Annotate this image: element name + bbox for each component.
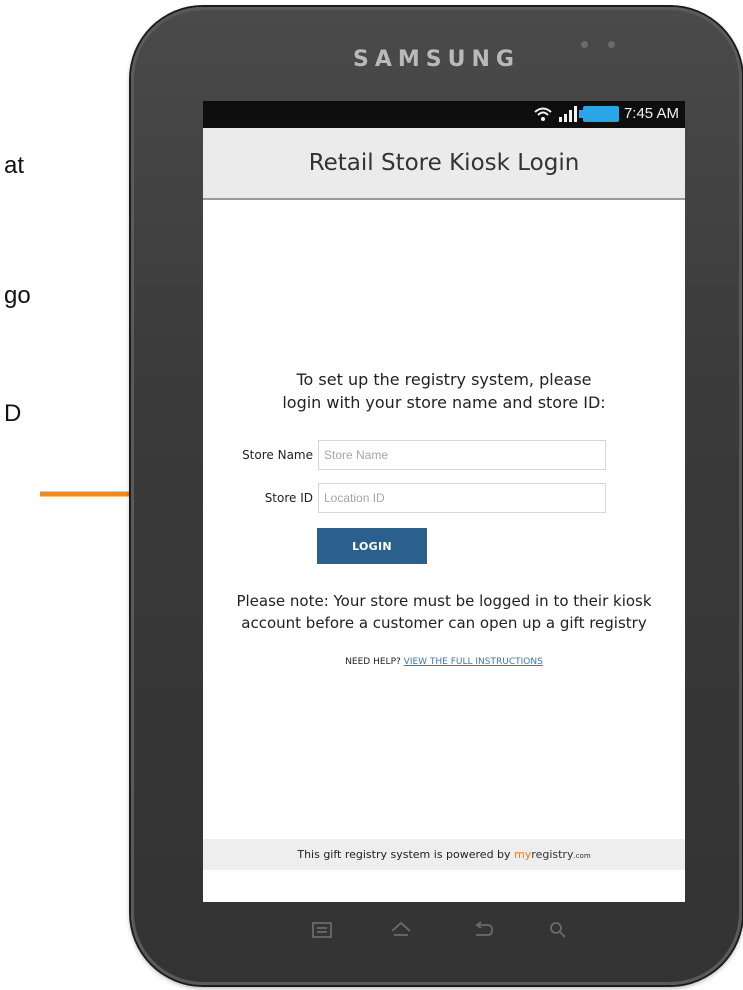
note-text: Please note: Your store must be logged i… (203, 590, 685, 634)
side-text-line-3: D (4, 400, 22, 427)
page-title: Retail Store Kiosk Login (203, 128, 685, 200)
login-content: To set up the registry system, please lo… (203, 200, 685, 870)
device-brand-label: SAMSUNG (353, 47, 520, 72)
store-id-row: Store ID (203, 483, 606, 513)
status-bar: 7:45 AM (203, 101, 685, 128)
back-icon[interactable] (468, 915, 498, 945)
help-prefix: NEED HELP? (345, 657, 401, 667)
footer-brand-registry: registry (531, 848, 574, 861)
footer-brand-com: .com (573, 852, 591, 860)
battery-icon (578, 105, 619, 122)
store-id-input[interactable] (318, 483, 606, 513)
store-name-input[interactable] (318, 440, 606, 470)
status-time: 7:45 AM (623, 105, 679, 122)
device-screen: 7:45 AM Retail Store Kiosk Login To set … (203, 101, 685, 902)
signal-icon (558, 105, 577, 122)
light-sensor (608, 41, 615, 48)
note-line-1: Please note: Your store must be logged i… (236, 592, 652, 610)
view-instructions-link[interactable]: VIEW THE FULL INSTRUCTIONS (404, 657, 543, 667)
help-text: NEED HELP? VIEW THE FULL INSTRUCTIONS (203, 657, 685, 667)
intro-line-1: To set up the registry system, please (296, 370, 592, 389)
store-name-label: Store Name (242, 448, 313, 462)
front-camera (581, 41, 588, 48)
menu-icon[interactable] (307, 915, 337, 945)
home-icon[interactable] (386, 915, 416, 945)
intro-line-2: login with your store name and store ID: (282, 393, 606, 412)
side-text-line-2: go (4, 282, 31, 309)
side-text-line-1: at (4, 152, 25, 179)
powered-by-footer: This gift registry system is powered by … (203, 839, 685, 870)
intro-text: To set up the registry system, please lo… (203, 368, 685, 414)
search-icon[interactable] (543, 915, 573, 945)
store-name-row: Store Name (203, 440, 606, 470)
footer-text: This gift registry system is powered by (297, 848, 511, 861)
status-icons: 7:45 AM (533, 105, 679, 122)
store-id-label: Store ID (264, 491, 313, 505)
myregistry-logo[interactable]: myregistry.com (514, 848, 591, 861)
wifi-icon (534, 107, 552, 121)
footer-brand-my: my (514, 848, 532, 861)
note-line-2: account before a customer can open up a … (241, 614, 647, 632)
tablet-device: SAMSUNG 7:45 AM Retail Store Kiosk Login… (131, 7, 742, 985)
device-navigation-bar (131, 915, 742, 955)
login-button[interactable]: LOGIN (317, 528, 427, 564)
